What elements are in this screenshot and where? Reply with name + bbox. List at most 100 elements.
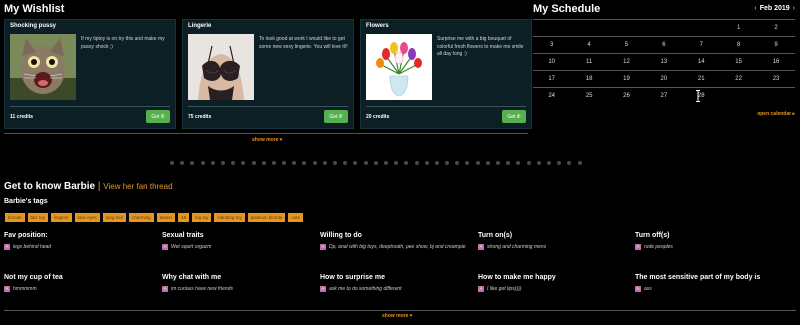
calendar-day[interactable] — [683, 20, 720, 36]
calendar-day[interactable]: 9 — [757, 37, 794, 53]
tag[interactable]: vibrating toy — [214, 213, 245, 222]
get-it-button[interactable]: Get it! — [502, 110, 526, 123]
calendar-week: 17 18 19 20 21 22 23 — [533, 70, 795, 87]
calendar-day[interactable]: 10 — [533, 54, 570, 70]
text-cursor-icon — [696, 90, 700, 102]
calendar-day[interactable]: 1 — [720, 20, 757, 36]
wishlist-show-more-link[interactable]: show more ▾ — [252, 137, 282, 143]
tag[interactable]: blue eyes — [74, 213, 100, 222]
calendar-day[interactable]: 20 — [645, 71, 682, 87]
card-divider — [366, 106, 526, 107]
calendar-day[interactable] — [533, 20, 570, 36]
calendar-week: 24 25 26 27 28 — [533, 87, 795, 104]
calendar-day[interactable]: 22 — [720, 71, 757, 87]
calendar-day[interactable]: 13 — [645, 54, 682, 70]
calendar-day[interactable]: 4 — [570, 37, 607, 53]
calendar-day[interactable] — [757, 88, 794, 104]
calendar-day[interactable] — [720, 88, 757, 104]
about-show-more-link[interactable]: show more ▾ — [382, 313, 412, 319]
calendar-day[interactable]: 18 — [570, 71, 607, 87]
answer-badge-icon: A — [4, 244, 10, 250]
card-title: Lingerie — [188, 23, 212, 29]
calendar-day[interactable]: 14 — [683, 54, 720, 70]
answer-badge-icon: A — [478, 244, 484, 250]
question-label: Not my cup of tea — [4, 274, 63, 281]
tag[interactable]: blonde — [5, 213, 25, 222]
calendar-day[interactable]: 6 — [645, 37, 682, 53]
calendar-week: 10 11 12 13 14 15 16 — [533, 53, 795, 70]
profile-question: The most sensitive part of my body is Aa… — [635, 273, 795, 293]
next-month-arrow-icon[interactable]: › — [793, 5, 795, 12]
calendar-day[interactable]: 8 — [720, 37, 757, 53]
calendar-day[interactable]: 23 — [757, 71, 794, 87]
wishlist-card: Lingerie To look good at work I would li… — [182, 19, 354, 129]
calendar-day[interactable]: 5 — [608, 37, 645, 53]
calendar-day[interactable]: 17 — [533, 71, 570, 87]
calendar-day[interactable] — [645, 20, 682, 36]
tag[interactable]: teaser — [156, 213, 176, 222]
wishlist-card: Shocking pussy If my tiptoy is on try th… — [4, 19, 176, 129]
calendar-day[interactable]: 12 — [608, 54, 645, 70]
answer-badge-icon: A — [320, 286, 326, 292]
card-description: To look good at work I would like to get… — [259, 36, 348, 50]
card-credits: 11 credits — [10, 114, 34, 120]
get-it-button[interactable]: Get it! — [324, 110, 348, 123]
profile-question: How to make me happy AI like get tips)))… — [478, 273, 628, 293]
tag[interactable]: bbc toy — [27, 213, 49, 222]
answer-badge-icon: A — [635, 286, 641, 292]
calendar-day[interactable]: 21 — [683, 71, 720, 87]
calendar-day[interactable]: 15 — [720, 54, 757, 70]
question-label: Sexual traits — [162, 232, 204, 239]
about-section: Get to know Barbie | View her fan thread… — [4, 180, 796, 319]
question-answer: ass — [644, 286, 652, 292]
fan-thread-link[interactable]: View her fan thread — [103, 182, 172, 191]
tag[interactable]: big toy — [192, 213, 212, 222]
answer-badge-icon: A — [478, 286, 484, 292]
calendar-day[interactable]: 24 — [533, 88, 570, 104]
schedule-section: My Schedule ‹ Feb 2019 › 1 2 3 4 5 6 7 8… — [533, 2, 795, 117]
tag[interactable]: platinum blonde — [247, 213, 286, 222]
calendar-day[interactable]: 26 — [608, 88, 645, 104]
question-answer: hmmmmm — [13, 286, 37, 292]
prev-month-arrow-icon[interactable]: ‹ — [754, 5, 756, 12]
question-label: How to make me happy — [478, 274, 556, 281]
question-label: Turn off(s) — [635, 232, 670, 239]
profile-question: Sexual traits A Wet squirt orgazm — [162, 231, 312, 251]
calendar-day[interactable]: 25 — [570, 88, 607, 104]
calendar-day[interactable] — [608, 20, 645, 36]
wishlist-section: My Wishlist Shocking pussy If my tiptoy … — [4, 2, 532, 143]
tag[interactable]: 18 — [178, 213, 190, 222]
question-answer: strong and charming mens — [487, 244, 547, 250]
calendar-day[interactable]: 19 — [608, 71, 645, 87]
calendar-day[interactable]: 3 — [533, 37, 570, 53]
calendar-day[interactable] — [570, 20, 607, 36]
profile-question: How to surprise me Aask me to do somethi… — [320, 273, 470, 293]
calendar-day[interactable]: 11 — [570, 54, 607, 70]
answer-badge-icon: A — [635, 244, 641, 250]
calendar-day[interactable]: 7 — [683, 37, 720, 53]
open-calendar-link[interactable]: open calendar ▸ — [757, 111, 795, 117]
question-answer: I like get tips)))) — [487, 286, 522, 292]
card-divider — [10, 106, 170, 107]
wishlist-divider — [4, 133, 528, 134]
tag[interactable]: long hair — [102, 213, 127, 222]
profile-question: Turn on(s) Astrong and charming mens — [478, 231, 628, 251]
tag[interactable]: cute — [288, 213, 303, 222]
tag[interactable]: lingerie — [51, 213, 72, 222]
profile-question: Fav position: Alegs behind head — [4, 231, 154, 251]
get-it-button[interactable]: Get it! — [146, 110, 170, 123]
calendar-day[interactable]: 27 — [645, 88, 682, 104]
question-label: Why chat with me — [162, 274, 222, 281]
question-label: How to surprise me — [320, 274, 385, 281]
tag[interactable]: charming — [129, 213, 154, 222]
calendar-day[interactable]: 16 — [757, 54, 794, 70]
question-answer: rude peoples — [644, 244, 673, 250]
card-title: Flowers — [366, 23, 389, 29]
calendar-day[interactable]: 28 — [683, 88, 720, 104]
card-description: Surprise me with a big bouquet of colorf… — [437, 36, 524, 57]
calendar-day[interactable]: 2 — [757, 20, 794, 36]
answer-badge-icon: A — [320, 244, 326, 250]
question-answer: im curious have new friends — [171, 286, 233, 292]
profile-question: Willing to do A Dp, anal with big toys, d… — [320, 231, 470, 251]
current-month: Feb 2019 — [759, 5, 790, 12]
